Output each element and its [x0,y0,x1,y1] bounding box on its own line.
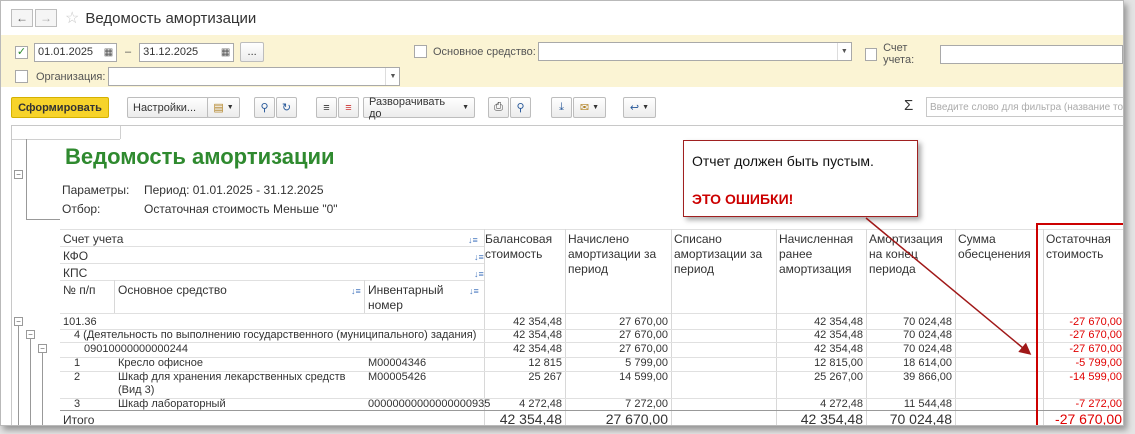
annotation-arrow [865,217,1032,355]
report-window: ← → ☆ Ведомость амортизации ✓ 01.01.2025… [0,0,1124,426]
